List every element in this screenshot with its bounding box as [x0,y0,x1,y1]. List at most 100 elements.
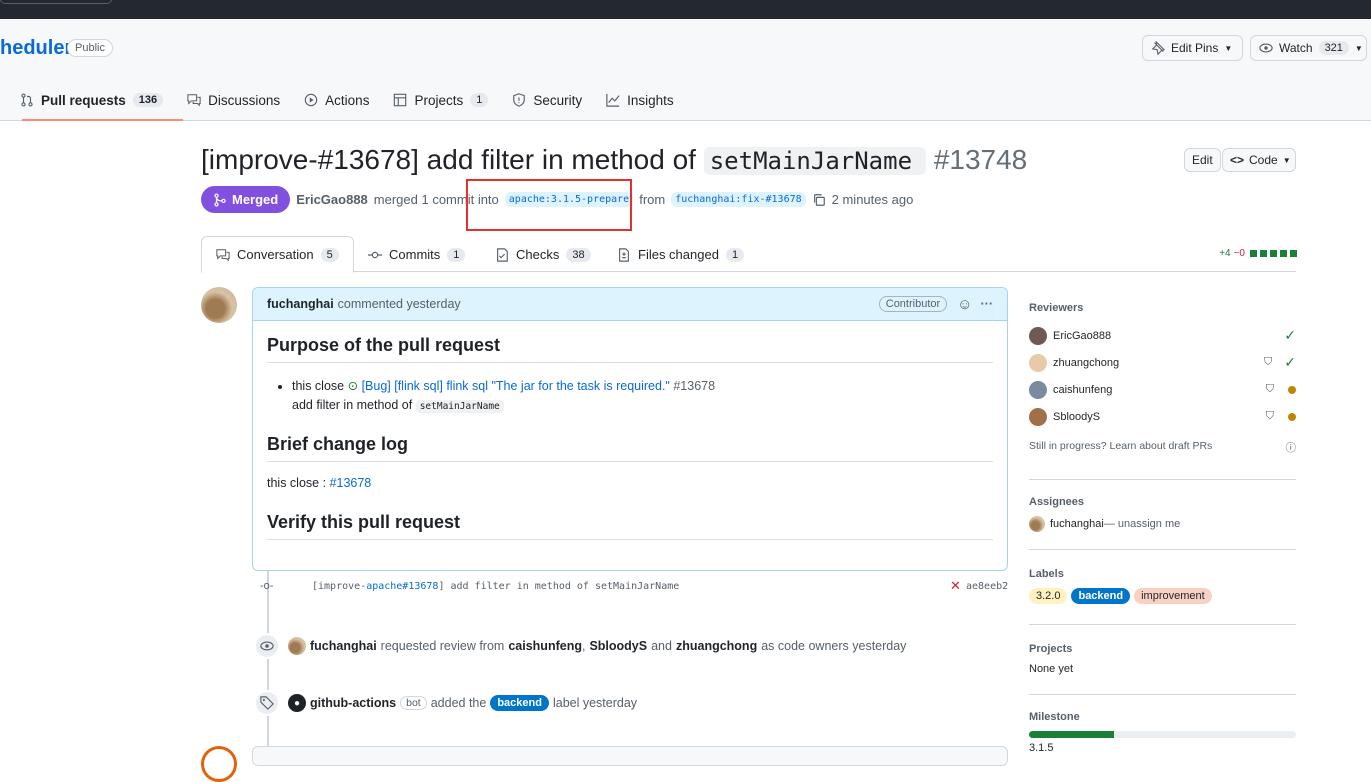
repo-name-link[interactable]: heduler [0,37,72,60]
tab-checks[interactable]: Checks 38 [481,236,605,273]
nav-label: Security [533,92,583,108]
issue-opened-icon: ⊙ [347,379,359,393]
label-improvement[interactable]: improvement [1134,588,1212,604]
projects-title[interactable]: Projects [1029,643,1296,655]
diffstat-block [1290,250,1297,257]
pr-number: #13748 [933,144,1028,175]
visibility-badge: Public [67,39,113,57]
event-user-link[interactable]: fuchanghai [310,639,377,653]
issue-link[interactable]: [Bug] [flink sql] flink sql "The jar for… [362,379,670,393]
commit-message[interactable]: [improve-apache#13678] add filter in met… [312,581,679,592]
event-text: added the [430,696,487,710]
reviewer-name[interactable]: caishunfeng [1053,384,1260,396]
tab-discussions[interactable]: Discussions [175,79,292,121]
assignee-name[interactable]: fuchanghai [1050,518,1104,530]
commit-message-text: [improve- [312,581,367,592]
milestone-progress [1029,731,1296,738]
tab-files-changed[interactable]: Files changed 1 [603,236,758,273]
labels-list: 3.2.0 backend improvement [1029,588,1296,604]
tab-count: 5 [320,247,339,262]
labels-title[interactable]: Labels [1029,568,1296,580]
commit-issue-link[interactable]: apache#13678 [366,581,438,592]
code-button[interactable]: <> Code ▼ [1222,148,1296,172]
commit-message-text: ] add filter in method of setMainJarName [438,581,680,592]
graph-icon [606,93,620,107]
pr-title-text: [improve-#13678] add filter in method of [201,144,696,175]
shield-icon: ⛉ [1265,410,1274,422]
tab-commits[interactable]: Commits 1 [354,236,479,273]
kebab-horizontal-icon[interactable]: ··· [981,297,994,311]
github-logo-icon[interactable]: ● [288,694,306,712]
event-text: as code owners yesterday [761,639,907,653]
info-icon[interactable]: ⓘ [1286,440,1297,455]
tab-actions[interactable]: Actions [292,79,381,121]
avatar[interactable] [1029,380,1047,399]
diffstat-block [1260,250,1267,257]
check-icon: ✓ [1284,327,1296,343]
label-backend[interactable]: backend [1071,588,1131,604]
pr-time: 2 minutes ago [831,192,914,207]
watch-button[interactable]: Watch 321 ▼ [1250,35,1367,61]
head-branch[interactable]: fuchanghai:fix-#13678 [671,192,806,207]
chevron-down-icon: ▼ [1354,43,1363,53]
avatar[interactable] [1029,516,1045,532]
smiley-icon[interactable]: ☺ [957,296,972,313]
search-input[interactable] [0,0,112,4]
comment-discussion-icon [216,248,230,262]
chevron-down-icon: ▼ [1224,43,1233,53]
tab-insights[interactable]: Insights [594,79,686,121]
reviewer-row: zhuangchong ⛉ ✓ [1029,349,1296,376]
edit-title-button[interactable]: Edit [1184,148,1221,172]
shield-icon: ⛉ [1264,356,1273,368]
draft-link[interactable]: Learn about draft PRs [1110,440,1213,455]
label-version[interactable]: 3.2.0 [1029,588,1068,604]
label-backend[interactable]: backend [490,695,549,711]
reviewer-name[interactable]: EricGao888 [1053,330,1278,342]
pr-title-code: setMainJarName [703,147,927,175]
pr-author-link[interactable]: EricGao888 [296,192,368,207]
issue-ref[interactable]: #13678 [673,379,715,393]
tab-pull-requests[interactable]: Pull requests 136 [8,79,184,121]
reviewer-row: caishunfeng ⛉ [1029,376,1296,403]
comment-author-link[interactable]: fuchanghai [267,297,334,311]
check-icon: ✓ [1284,354,1296,370]
tab-count: 1 [447,247,466,262]
nav-count: 1 [470,93,489,107]
diffstat-additions: +4 [1219,248,1231,259]
diffstat-deletions: −0 [1233,248,1245,259]
avatar[interactable] [288,637,306,655]
avatar[interactable] [1029,326,1047,345]
assignees-title[interactable]: Assignees [1029,496,1296,508]
avatar[interactable] [201,287,237,323]
diffstat-block [1270,250,1277,257]
eye-icon [254,633,280,659]
milestone-progress-fill [1029,731,1115,738]
event-user-link[interactable]: caishunfeng [508,639,582,653]
avatar[interactable] [1029,353,1047,372]
issue-link[interactable]: #13678 [330,476,372,490]
tab-security[interactable]: Security [500,79,594,121]
event-user-link[interactable]: SbloodyS [589,639,647,653]
reviewer-name[interactable]: SbloodyS [1053,411,1260,423]
tab-label: Commits [389,247,441,262]
reviewer-name[interactable]: zhuangchong [1053,357,1258,369]
unassign-link[interactable]: — unassign me [1104,518,1180,530]
tab-conversation[interactable]: Conversation 5 [201,236,354,273]
comment-discussion-icon [187,93,201,107]
git-commit-icon [368,248,382,262]
comment-header: fuchanghai commented yesterday Contribut… [253,288,1007,321]
commit-sha[interactable]: ae8eeb2 [966,581,1008,592]
reviewers-title[interactable]: Reviewers [1029,302,1296,314]
event-user-link[interactable]: zhuangchong [676,639,757,653]
milestone-value[interactable]: 3.1.5 [1029,742,1296,754]
x-icon[interactable]: ✕ [950,578,961,594]
milestone-title[interactable]: Milestone [1029,711,1296,723]
edit-pins-button[interactable]: Edit Pins ▼ [1142,35,1243,61]
copy-icon[interactable] [812,193,826,207]
avatar[interactable] [201,746,237,782]
play-icon [304,93,318,107]
avatar[interactable] [1029,407,1047,426]
comment-body: Purpose of the pull request this close ⊙… [253,321,1007,568]
tab-projects[interactable]: Projects 1 [381,79,500,121]
event-user-link[interactable]: github-actions [310,696,396,710]
